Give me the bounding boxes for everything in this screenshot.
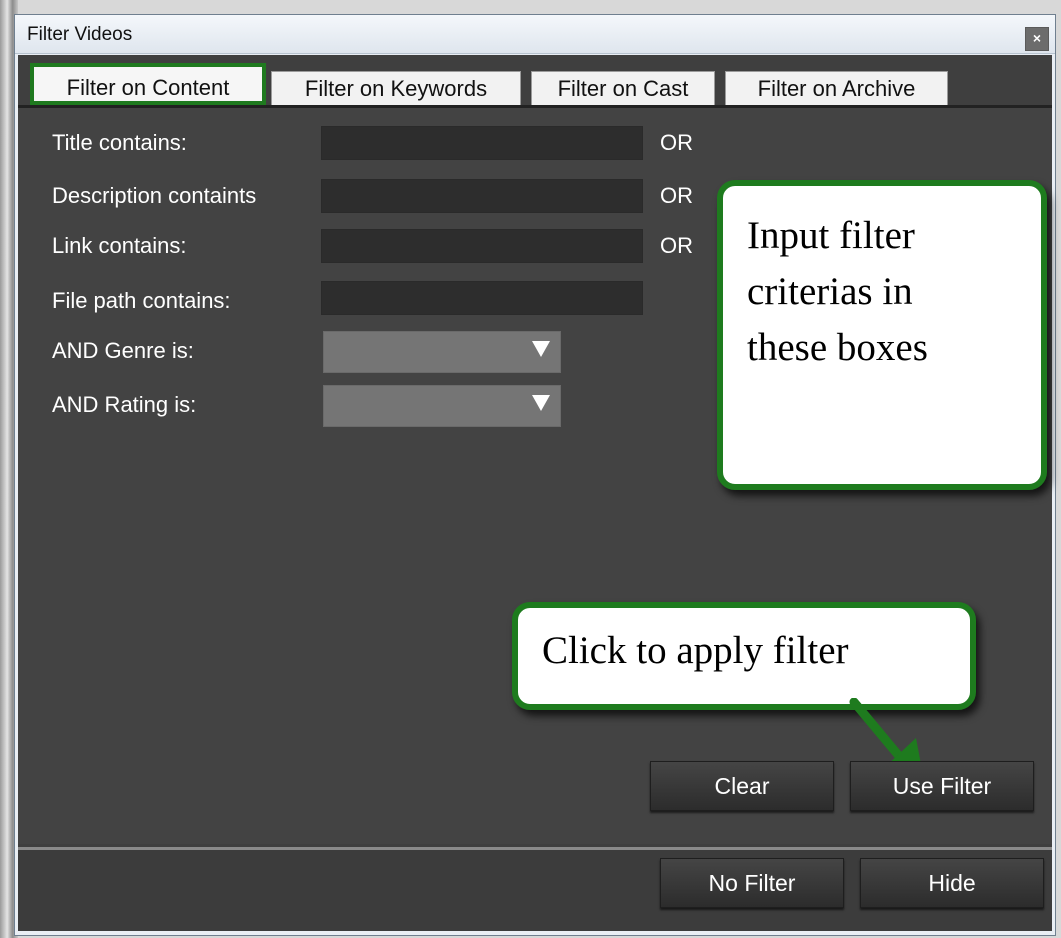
filter-videos-window: Filter Videos × Filter on Content Filter… [14,14,1056,936]
no-filter-button[interactable]: No Filter [660,858,844,908]
window-client: Filter on Content Filter on Keywords Fil… [18,55,1052,931]
tab-strip: Filter on Content Filter on Keywords Fil… [18,55,1052,107]
link-contains-label: Link contains: [52,233,187,258]
file-path-contains-input[interactable] [321,281,643,315]
title-contains-input[interactable] [321,126,643,160]
or-label: OR [660,130,693,155]
desktop-frame: Filter Videos × Filter on Content Filter… [0,0,1061,938]
genre-label: AND Genre is: [52,338,194,363]
clear-button[interactable]: Clear [650,761,834,811]
callout-line: these boxes [747,326,928,369]
or-label: OR [660,183,693,208]
tab-filter-on-archive[interactable]: Filter on Archive [725,71,948,107]
hide-button[interactable]: Hide [860,858,1044,908]
dropdown-arrow-icon [532,341,550,357]
callout-text: Click to apply filter [542,629,849,672]
callout-line: Input filter [747,214,915,257]
use-filter-button[interactable]: Use Filter [850,761,1034,811]
apply-filter-callout: Click to apply filter [512,602,976,710]
tab-filter-on-content[interactable]: Filter on Content [30,63,266,105]
title-contains-label: Title contains: [52,130,187,155]
content-filter-panel: Title contains: OR Description containts… [18,107,1052,844]
title-bar: Filter Videos × [15,15,1055,54]
file-path-contains-label: File path contains: [52,288,231,313]
bottom-bar: No Filter Hide [18,850,1052,931]
or-label: OR [660,233,693,258]
genre-select[interactable] [323,331,561,373]
close-icon[interactable]: × [1025,27,1049,51]
tab-filter-on-cast[interactable]: Filter on Cast [531,71,715,107]
callout-line: criterias in [747,270,913,313]
window-title: Filter Videos [27,24,133,45]
link-contains-input[interactable] [321,229,643,263]
description-contains-label: Description containts [52,183,257,208]
callout-text: Input filter criterias in these boxes [747,208,928,376]
tab-filter-on-keywords[interactable]: Filter on Keywords [271,71,521,107]
description-contains-input[interactable] [321,179,643,213]
input-criteria-callout: Input filter criterias in these boxes [717,180,1047,490]
rating-select[interactable] [323,385,561,427]
dropdown-arrow-icon [532,395,550,411]
rating-label: AND Rating is: [52,392,197,417]
